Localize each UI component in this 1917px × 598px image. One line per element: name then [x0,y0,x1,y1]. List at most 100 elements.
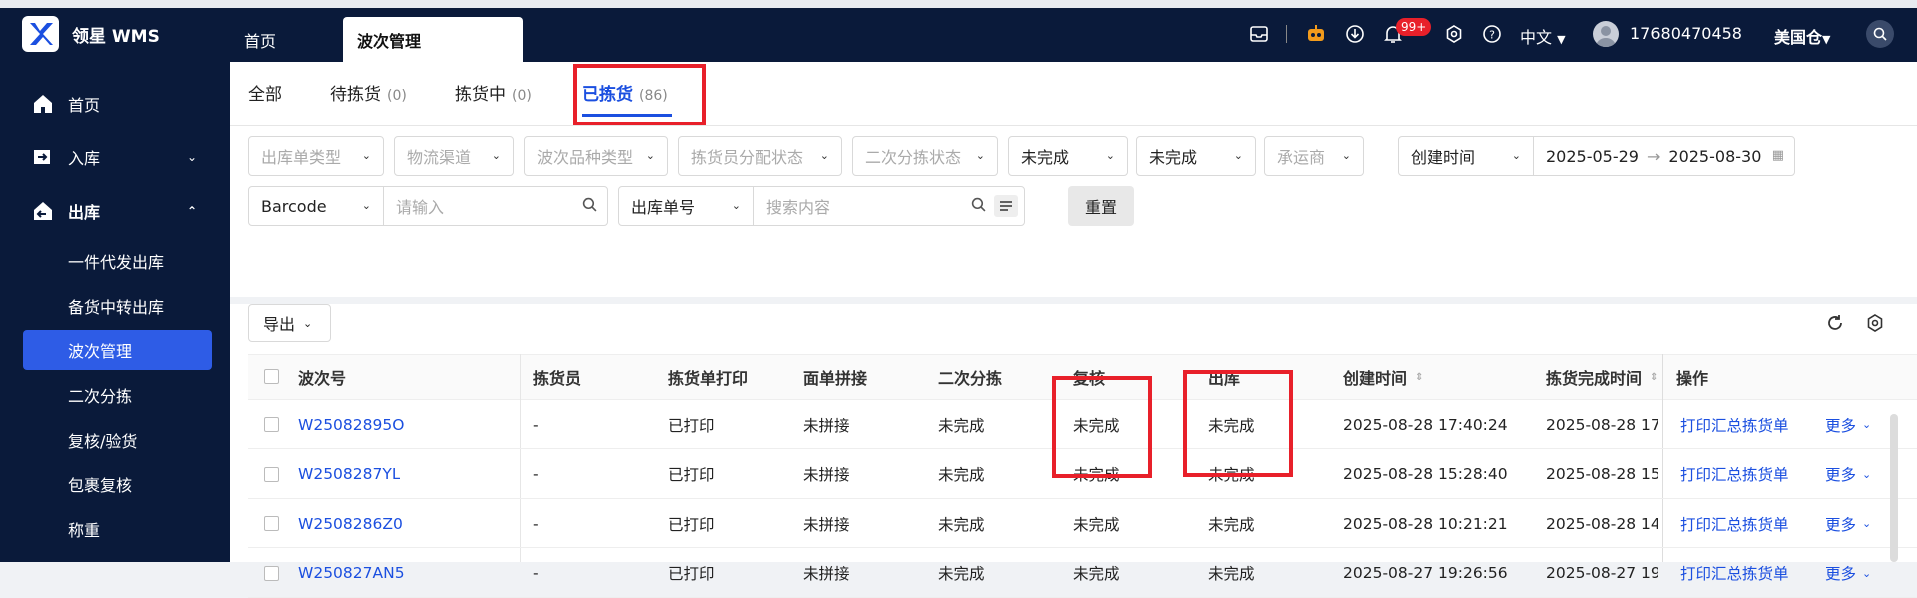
input-placeholder: 搜索内容 [766,198,831,217]
settings-icon[interactable] [1443,23,1465,45]
picker-cell: - [533,564,539,582]
top-bar: 领星 WMS 首页 波次管理 99+ ? 中文 ▼ 17680470458 美国… [0,0,1917,62]
search-icon[interactable] [1866,20,1894,48]
sidebar-item-outbound[interactable]: 出库 ⌃ [0,191,230,231]
reset-button[interactable]: 重置 [1068,186,1134,226]
outbound-status-cell: 未完成 [1208,515,1255,534]
chevron-down-icon: ⌄ [361,199,371,212]
caret-down-icon: ▼ [1822,33,1831,46]
select-all-checkbox[interactable] [264,369,279,384]
top-tab-home[interactable]: 首页 [230,17,290,62]
batch-search-icon[interactable] [994,195,1018,217]
logistics-channel-select[interactable]: 物流渠道 ⌄ [394,136,514,176]
chevron-down-icon: ⌄ [645,149,655,162]
pick-complete-time-cell: 2025-08-28 14:59 [1546,514,1658,533]
sidebar-item-home[interactable]: 首页 [0,84,230,124]
help-icon[interactable]: ? [1481,23,1503,45]
select-placeholder: 承运商 [1277,148,1326,167]
column-label: 创建时间 [1343,369,1408,388]
vertical-scrollbar[interactable] [1890,414,1898,562]
column-settings-icon[interactable] [1866,314,1884,336]
table-row: W250827AN5 - 已打印 未拼接 未完成 未完成 未完成 2025-08-27 19:… [248,549,1917,598]
wave-variety-type-select[interactable]: 波次品种类型 ⌄ [524,136,668,176]
warehouse-label: 美国仓 [1774,28,1823,47]
top-tab-wave-management[interactable]: 波次管理 [343,17,523,62]
user-phone[interactable]: 17680470458 [1630,24,1742,43]
sidebar-subitem-weighing[interactable]: 称重 [23,509,212,549]
refresh-icon[interactable] [1826,314,1844,336]
chevron-down-icon: ⌄ [361,149,371,162]
tab-count: (0) [512,88,532,104]
wave-number-link[interactable]: W250827AN5 [298,549,405,598]
wave-number-link[interactable]: W25082895O [298,400,404,449]
print-summary-pick-list-link[interactable]: 打印汇总拣货单 [1680,450,1789,499]
language-selector[interactable]: 中文 ▼ [1520,24,1566,48]
select-value: 未完成 [1021,148,1070,167]
outbound-icon [34,202,52,220]
sidebar-subitem-secondary-sorting[interactable]: 二次分拣 [23,375,212,415]
warehouse-selector[interactable]: 美国仓▼ [1774,24,1830,48]
language-label: 中文 [1520,28,1553,47]
created-time-cell: 2025-08-28 17:40:24 [1343,415,1508,434]
column-header-pick-list-print: 拣货单打印 [668,369,749,388]
order-number-type-select[interactable]: 出库单号 ⌄ [618,186,754,226]
chevron-down-icon: ⌄ [1511,149,1521,162]
search-icon[interactable] [971,197,986,216]
highlight-box-outbound-column [1183,370,1293,477]
sidebar-subitem-package-review[interactable]: 包裹复核 [23,464,212,504]
column-header-pick-complete-time[interactable]: 拣货完成时间 ⇕ [1546,358,1658,396]
chevron-down-icon: ⌄ [1862,566,1872,580]
chevron-down-icon: ⌄ [491,149,501,162]
print-summary-pick-list-link[interactable]: 打印汇总拣货单 [1680,549,1789,598]
date-start: 2025-05-29 [1546,146,1639,166]
sidebar-subitem-review-inspection[interactable]: 复核/验货 [23,420,212,460]
tab-pending-pick[interactable]: 待拣货 (0) [330,80,407,105]
order-number-search-input[interactable]: 搜索内容 [753,186,1025,226]
chevron-down-icon: ⌄ [1233,149,1243,162]
sidebar-subitem-transfer-outbound[interactable]: 备货中转出库 [23,286,212,326]
secondary-sort-status-select[interactable]: 二次分拣状态 ⌄ [852,136,998,176]
row-checkbox[interactable] [264,417,279,432]
date-range-picker[interactable]: 2025-05-29 → 2025-08-30 ▦ [1533,136,1795,176]
print-summary-pick-list-link[interactable]: 打印汇总拣货单 [1680,499,1789,548]
sidebar-subitem-dropship-outbound[interactable]: 一件代发出库 [23,241,212,281]
wave-number-link[interactable]: W2508287YL [298,450,400,499]
row-checkbox[interactable] [264,565,279,581]
select-value: 出库单号 [631,198,696,217]
picker-cell: - [533,465,539,483]
tab-picking[interactable]: 拣货中 (0) [455,80,532,105]
tab-all[interactable]: 全部 [248,80,282,105]
robot-icon[interactable] [1305,23,1327,45]
row-checkbox[interactable] [264,466,279,482]
column-header-created-time[interactable]: 创建时间 ⇕ [1343,358,1423,396]
window-top-strip [0,0,1917,8]
barcode-search-input[interactable]: 请输入 [383,186,608,226]
outbound-type-select[interactable]: 出库单类型 ⌄ [248,136,384,176]
wave-number-link[interactable]: W2508286Z0 [298,499,403,548]
download-icon[interactable] [1344,23,1366,45]
more-actions-dropdown[interactable]: 更多 ⌄ [1825,450,1871,499]
carrier-select[interactable]: 承运商 ⌄ [1264,136,1364,176]
sort-icon: ⇕ [1415,371,1424,383]
filter-panel: 出库单类型 ⌄ 物流渠道 ⌄ 波次品种类型 ⌄ 拣货员分配状态 ⌄ 二次分拣状态 ⌄ 未完… [230,125,1917,297]
review-status-select[interactable]: 未完成 ⌄ [1008,136,1128,176]
select-placeholder: 波次品种类型 [537,148,634,167]
export-button[interactable]: 导出 ⌄ [248,304,331,342]
more-actions-dropdown[interactable]: 更多 ⌄ [1825,549,1871,598]
search-field-type-select[interactable]: Barcode ⌄ [248,186,384,226]
app-logo[interactable] [22,16,59,52]
search-icon[interactable] [582,197,597,216]
print-summary-pick-list-link[interactable]: 打印汇总拣货单 [1680,400,1789,449]
more-actions-dropdown[interactable]: 更多 ⌄ [1825,400,1871,449]
row-checkbox[interactable] [264,516,279,531]
calendar-icon: ▦ [1771,148,1784,163]
outbound-status-select[interactable]: 未完成 ⌄ [1136,136,1256,176]
date-type-select[interactable]: 创建时间 ⌄ [1398,136,1534,176]
avatar[interactable] [1593,21,1619,47]
input-placeholder: 请输入 [396,198,445,217]
more-actions-dropdown[interactable]: 更多 ⌄ [1825,499,1871,548]
sidebar-item-inbound[interactable]: 入库 ⌄ [0,137,230,177]
inbox-icon[interactable] [1248,23,1270,45]
sidebar-subitem-wave-management[interactable]: 波次管理 [23,330,212,370]
picker-assignment-status-select[interactable]: 拣货员分配状态 ⌄ [678,136,842,176]
